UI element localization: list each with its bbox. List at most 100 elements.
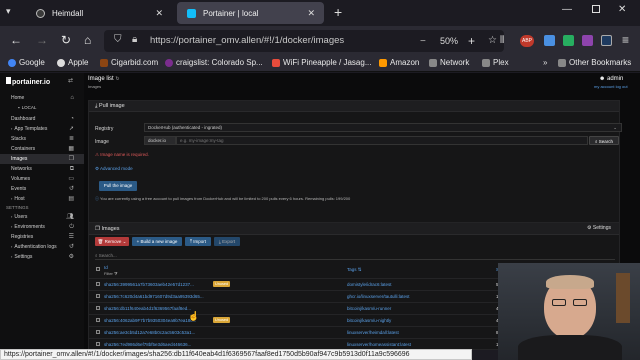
- link-status-bar: https://portainer_omv.allen/#!/1/docker/…: [0, 349, 472, 360]
- zoom-level[interactable]: 50%: [440, 36, 458, 46]
- minimize-window-button[interactable]: —: [562, 4, 572, 15]
- user-links[interactable]: my account log out: [594, 84, 628, 89]
- sidebar-item-networks[interactable]: Networks ⧉: [0, 164, 84, 174]
- registry-select[interactable]: DockerHub (authenticated - ingrated) ⌄: [144, 123, 622, 132]
- sidebar-item-home[interactable]: Home ⌂: [0, 93, 84, 103]
- sidebar-item-users[interactable]: › Users 👥︎: [0, 212, 84, 222]
- portainer-logo[interactable]: portainer.io: [6, 77, 50, 86]
- back-arrow-icon[interactable]: ←: [10, 33, 22, 47]
- export-button[interactable]: ⤓ Export: [214, 237, 240, 246]
- sidebar-item-registries[interactable]: Registries ☰: [0, 232, 84, 242]
- extension-purple-icon[interactable]: [582, 35, 593, 46]
- bookmark-amazon[interactable]: Amazon: [379, 58, 419, 67]
- bookmark-star-icon[interactable]: ☆: [488, 35, 497, 46]
- history-icon: ↺: [68, 244, 74, 250]
- chevron-down-icon: ⌄: [121, 239, 127, 244]
- image-search-input[interactable]: ⌕ Search...: [95, 251, 615, 260]
- image-name-input[interactable]: e.g. my-image:my-tag: [176, 136, 588, 145]
- url-text[interactable]: https://portainer_omv.allen/#!/1/docker/…: [150, 35, 344, 46]
- sidebar-item-stacks[interactable]: Stacks ≣: [0, 134, 84, 144]
- filter-button[interactable]: Filter ⧩: [104, 271, 118, 276]
- extension-dark-icon[interactable]: [601, 35, 612, 46]
- page-title: Image list ↻: [88, 76, 120, 82]
- heimdall-favicon-icon: [36, 8, 45, 18]
- bookmark-craigslist[interactable]: craigslist: Colorado Sp...: [165, 58, 263, 67]
- adblock-extension-icon[interactable]: ABP: [520, 35, 534, 47]
- refresh-icon[interactable]: ↻: [115, 76, 119, 82]
- mouse-cursor-icon: ☝: [188, 311, 200, 321]
- presenter-hair: [546, 275, 594, 289]
- row-checkbox[interactable]: [96, 342, 100, 346]
- portainer-sidebar: portainer.io ⇄ Home ⌂ ▪ LOCAL Dashboard ◔ ›…: [0, 73, 84, 350]
- sidebar-item-environments[interactable]: › Environments ⏻: [0, 222, 84, 232]
- presenter-shirt: [518, 335, 622, 360]
- sidebar-item-auth-logs[interactable]: › Authentication logs ↺: [0, 242, 84, 252]
- cigarbid-icon: [100, 58, 108, 67]
- new-tab-button[interactable]: +: [334, 4, 342, 20]
- zoom-out-button[interactable]: −: [420, 36, 426, 47]
- sidebar-item-volumes[interactable]: Volumes ▭: [0, 174, 84, 184]
- tab-heimdall[interactable]: Heimdall ✕: [26, 2, 172, 24]
- bookmark-wifi-pineapple[interactable]: WiFi Pineapple / Jasag...: [272, 58, 371, 67]
- select-all-checkbox[interactable]: [96, 267, 100, 271]
- presenter-glasses-right: [573, 299, 587, 306]
- lock-icon[interactable]: 🔒︎: [132, 34, 137, 45]
- image-id[interactable]: sha256:7c620d4a61bd971607d9d3aa95393d65.…: [104, 291, 204, 302]
- build-image-button[interactable]: + Build a new image: [132, 237, 182, 246]
- maximize-window-button[interactable]: [592, 5, 600, 13]
- hdd-icon: ▭: [68, 176, 74, 182]
- reload-icon[interactable]: ↻: [61, 33, 71, 47]
- import-button[interactable]: ⤒ Import: [185, 237, 211, 246]
- forward-arrow-icon[interactable]: →: [36, 33, 48, 47]
- expand-icon: ›: [11, 196, 13, 201]
- sidebar-item-dashboard[interactable]: Dashboard ◔: [0, 114, 84, 124]
- shield-icon[interactable]: ⛉: [114, 34, 122, 45]
- sidebar-item-settings[interactable]: › Settings ⚙: [0, 252, 84, 262]
- row-checkbox[interactable]: [96, 294, 100, 298]
- library-icon[interactable]: ⫴: [500, 35, 504, 46]
- other-bookmarks[interactable]: Other Bookmarks: [558, 58, 631, 67]
- extension-s-icon[interactable]: [563, 35, 574, 46]
- bookmark-google[interactable]: Google: [8, 58, 45, 67]
- row-checkbox[interactable]: [96, 282, 100, 286]
- zoom-in-button[interactable]: +: [468, 34, 475, 48]
- advanced-mode-link[interactable]: ⚙ Advanced mode: [95, 166, 133, 172]
- bookmark-plex[interactable]: Plex: [482, 58, 509, 67]
- bookmarks-overflow-icon[interactable]: »: [543, 58, 547, 67]
- image-id[interactable]: sha256:ae3cb5d12a7e68b0c2ac5603c53a1...: [104, 327, 195, 338]
- remove-button[interactable]: 🗑︎ Remove ⌄: [95, 237, 129, 246]
- sidebar-item-app-templates[interactable]: › App Templates ➚: [0, 124, 84, 134]
- row-checkbox[interactable]: [96, 306, 100, 310]
- image-id[interactable]: sha256:3999561a7b73603aeb42e57d1237...: [104, 279, 194, 290]
- bookmark-apple[interactable]: Apple: [57, 58, 88, 67]
- row-checkbox[interactable]: [96, 318, 100, 322]
- search-button[interactable]: ⌕ Search: [589, 136, 619, 145]
- environment-name: ▪ LOCAL: [18, 105, 37, 110]
- table-settings-button[interactable]: ⚙ Settings: [587, 225, 611, 231]
- close-tab-icon[interactable]: ✕: [307, 8, 315, 19]
- registry-prefix: docker.io: [144, 136, 176, 145]
- column-id[interactable]: Id: [104, 265, 108, 270]
- bookmark-network[interactable]: Network: [429, 58, 469, 67]
- bookmark-cigarbid[interactable]: Cigarbid.com: [100, 58, 158, 67]
- user-name[interactable]: ☻ admin: [599, 76, 623, 82]
- sidebar-item-events[interactable]: Events ↺: [0, 184, 84, 194]
- image-label: Image: [95, 139, 109, 145]
- row-checkbox[interactable]: [96, 330, 100, 334]
- column-tags[interactable]: Tags ⇅: [347, 267, 362, 273]
- tab-portainer[interactable]: Portainer | local ✕: [177, 2, 324, 24]
- extension-icon[interactable]: [544, 35, 555, 46]
- menu-icon[interactable]: ≡: [622, 33, 629, 47]
- image-id[interactable]: sha256:4062ab9F7b7b9350304ea9b7ea18c...: [104, 315, 196, 326]
- pull-image-button[interactable]: Pull the image: [99, 181, 137, 191]
- tab-list-icon[interactable]: ▾: [6, 6, 11, 17]
- switch-icon[interactable]: ⇄: [68, 77, 73, 84]
- sidebar-item-host[interactable]: › Host ▤: [0, 194, 84, 204]
- sidebar-item-containers[interactable]: Containers ▦: [0, 144, 84, 154]
- close-tab-icon[interactable]: ✕: [155, 8, 163, 19]
- home-icon[interactable]: ⌂: [84, 33, 91, 47]
- image-id[interactable]: sha256:db11f640eab4d1f6369567faaf8ed...: [104, 303, 191, 314]
- close-window-button[interactable]: ✕: [618, 4, 626, 15]
- sidebar-item-images[interactable]: Images ❐: [0, 154, 84, 164]
- image-tag: bitcoinj/kasm/u-nightly: [347, 318, 392, 323]
